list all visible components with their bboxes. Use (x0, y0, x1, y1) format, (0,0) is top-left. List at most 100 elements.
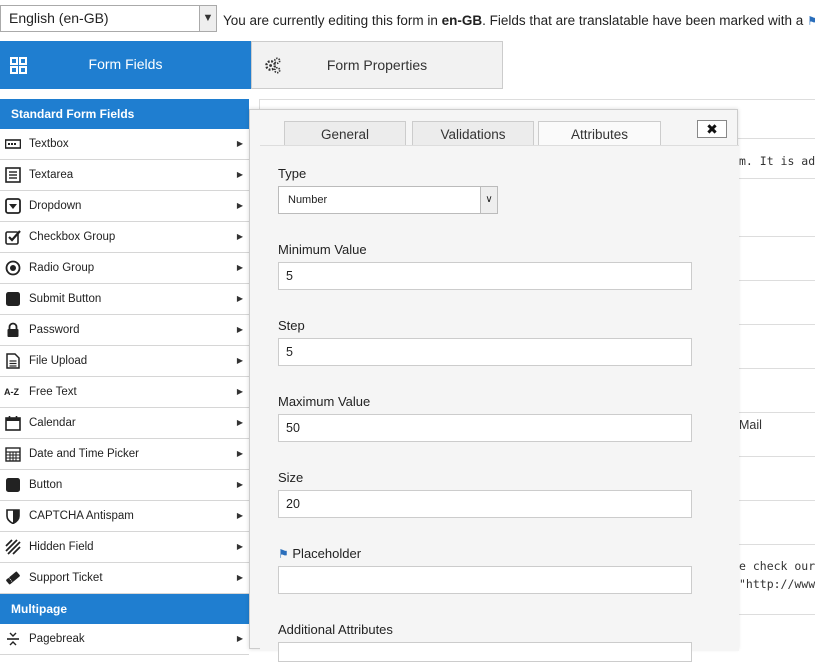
chevron-right-icon: ▶ (236, 356, 243, 365)
chevron-right-icon: ▶ (236, 263, 243, 272)
calendar-icon (5, 416, 21, 431)
chevron-down-icon: ▼ (199, 6, 216, 31)
language-select-value: English (en-GB) (9, 10, 109, 26)
sidebar-item-radio-group[interactable]: Radio Group ▶ (0, 253, 249, 284)
flag-icon: ⚑ (278, 547, 289, 561)
sidebar-item-label: Checkbox Group (29, 231, 116, 243)
sidebar-item-submit-button[interactable]: Submit Button ▶ (0, 284, 249, 315)
max-value-input[interactable]: 50 (278, 414, 692, 442)
tab-form-fields[interactable]: Form Fields (0, 41, 251, 89)
ticket-icon (6, 571, 20, 585)
tab-attributes[interactable]: Attributes (538, 121, 661, 148)
sidebar-item-label: Textarea (29, 169, 74, 181)
chevron-right-icon: ▶ (236, 542, 243, 551)
sidebar-item-label: Free Text (29, 386, 77, 398)
chevron-right-icon: ▶ (236, 573, 243, 582)
button-icon (6, 478, 20, 492)
radio-icon (5, 260, 21, 276)
chevron-right-icon: ▶ (236, 139, 243, 148)
preview-divider (738, 412, 815, 413)
sidebar-item-label: Support Ticket (29, 572, 103, 584)
preview-divider (738, 544, 815, 545)
chevron-right-icon: ▶ (236, 387, 243, 396)
step-input[interactable]: 5 (278, 338, 692, 366)
chevron-right-icon: ▶ (236, 634, 243, 643)
preview-divider (738, 614, 815, 615)
sidebar-item-label: Dropdown (29, 200, 82, 212)
tab-form-properties[interactable]: Form Properties (251, 41, 503, 89)
max-value-label: Maximum Value (278, 394, 371, 409)
sidebar-item-support-ticket[interactable]: Support Ticket ▶ (0, 563, 249, 594)
sidebar-item-label: Button (29, 479, 63, 491)
sidebar-item-label: Radio Group (29, 262, 95, 274)
sidebar-item-dropdown[interactable]: Dropdown ▶ (0, 191, 249, 222)
chevron-right-icon: ▶ (236, 480, 243, 489)
sidebar-item-label: Submit Button (29, 293, 102, 305)
type-select[interactable]: Number ∨ (278, 186, 498, 214)
chevron-right-icon: ▶ (236, 294, 243, 303)
field-properties-modal: General Validations Attributes ✖ Type Nu… (249, 109, 739, 662)
dropdown-icon (5, 198, 21, 214)
preview-divider (738, 324, 815, 325)
additional-attributes-input[interactable] (278, 642, 692, 662)
sidebar-item-checkbox-group[interactable]: Checkbox Group ▶ (0, 222, 249, 253)
min-value-label: Minimum Value (278, 242, 367, 257)
sidebar-item-label: Password (29, 324, 80, 336)
sidebar-item-date-time-picker[interactable]: Date and Time Picker ▶ (0, 439, 249, 470)
sidebar-item-label: File Upload (29, 355, 88, 367)
sidebar-item-label: Date and Time Picker (29, 448, 139, 460)
min-value-input[interactable]: 5 (278, 262, 692, 290)
field-palette-sidebar: Standard Form Fields Textbox ▶ Textarea … (0, 99, 249, 655)
textarea-icon (5, 167, 21, 183)
sidebar-item-free-text[interactable]: A-Z Free Text ▶ (0, 377, 249, 408)
chevron-right-icon: ▶ (236, 511, 243, 520)
sidebar-header-standard: Standard Form Fields (0, 99, 249, 129)
sidebar-item-label: CAPTCHA Antispam (29, 510, 134, 522)
preview-text: m. It is add (739, 154, 815, 168)
sidebar-header-multipage: Multipage (0, 594, 249, 624)
sidebar-item-textarea[interactable]: Textarea ▶ (0, 160, 249, 191)
preview-divider (738, 500, 815, 501)
flag-icon: ⚑ (807, 14, 815, 28)
checkbox-icon (5, 230, 21, 245)
placeholder-input[interactable] (278, 566, 692, 594)
sidebar-item-calendar[interactable]: Calendar ▶ (0, 408, 249, 439)
placeholder-label: ⚑ Placeholder (278, 546, 362, 561)
sidebar-item-label: Textbox (29, 138, 69, 150)
preview-divider (738, 138, 815, 139)
chevron-right-icon: ▶ (236, 449, 243, 458)
chevron-right-icon: ▶ (236, 325, 243, 334)
preview-text: Mail (739, 418, 762, 432)
free-text-icon: A-Z (4, 387, 19, 397)
tab-form-fields-label: Form Fields (88, 56, 163, 72)
chevron-right-icon: ▶ (236, 232, 243, 241)
preview-divider (738, 236, 815, 237)
close-button[interactable]: ✖ (697, 120, 727, 138)
tab-validations[interactable]: Validations (412, 121, 534, 146)
chevron-right-icon: ▶ (236, 170, 243, 179)
chevron-down-icon: ∨ (480, 187, 497, 213)
sidebar-item-button[interactable]: Button ▶ (0, 470, 249, 501)
sidebar-item-label: Hidden Field (29, 541, 94, 553)
attributes-panel: Type Number ∨ Minimum Value 5 Step 5 Max… (260, 145, 739, 662)
grid-icon (10, 57, 27, 74)
preview-divider (738, 178, 815, 179)
sidebar-item-textbox[interactable]: Textbox ▶ (0, 129, 249, 160)
type-label: Type (278, 166, 307, 181)
preview-text: "http://www (739, 577, 815, 591)
sidebar-item-captcha[interactable]: CAPTCHA Antispam ▶ (0, 501, 249, 532)
datetime-icon (5, 447, 21, 462)
preview-divider (738, 280, 815, 281)
language-select[interactable]: English (en-GB) ▼ (0, 5, 217, 32)
sidebar-item-file-upload[interactable]: File Upload ▶ (0, 346, 249, 377)
file-icon (6, 353, 20, 369)
preview-divider (738, 368, 815, 369)
additional-attributes-label: Additional Attributes (278, 622, 393, 637)
tab-form-properties-label: Form Properties (326, 57, 428, 73)
tab-general[interactable]: General (284, 121, 406, 146)
sidebar-item-hidden-field[interactable]: Hidden Field ▶ (0, 532, 249, 563)
sidebar-item-pagebreak[interactable]: Pagebreak ▶ (0, 624, 249, 655)
size-input[interactable]: 20 (278, 490, 692, 518)
sidebar-item-password[interactable]: Password ▶ (0, 315, 249, 346)
shield-icon (6, 509, 20, 524)
